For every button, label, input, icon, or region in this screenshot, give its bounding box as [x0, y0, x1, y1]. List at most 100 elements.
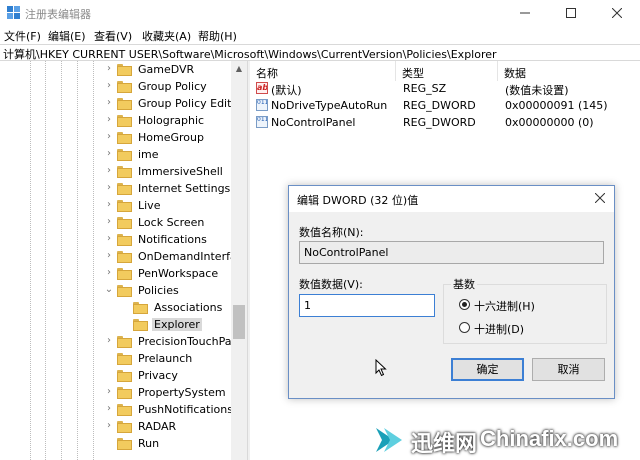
- collapsed-chevron-icon[interactable]: ›: [104, 199, 114, 210]
- base-groupbox: [443, 284, 607, 344]
- collapsed-chevron-icon[interactable]: ›: [104, 233, 114, 244]
- collapsed-chevron-icon[interactable]: ›: [104, 165, 114, 176]
- collapsed-chevron-icon[interactable]: ›: [104, 335, 114, 346]
- value-name: NoControlPanel: [271, 116, 356, 129]
- folder-icon: [117, 98, 132, 110]
- close-icon: [594, 192, 606, 204]
- expanded-chevron-icon[interactable]: ⌄: [104, 284, 114, 295]
- string-value-icon: ab: [256, 82, 268, 94]
- tree-item-label: Live: [138, 199, 161, 212]
- collapsed-chevron-icon[interactable]: ›: [104, 386, 114, 397]
- minimize-button[interactable]: [502, 0, 548, 26]
- scrollbar-thumb[interactable]: [233, 305, 245, 339]
- dialog-title-bar: 编辑 DWORD (32 位)值: [289, 186, 614, 212]
- maximize-button[interactable]: [548, 0, 594, 26]
- dialog-close-button[interactable]: [590, 189, 610, 209]
- title-bar: 注册表编辑器: [0, 0, 640, 26]
- tree-guide-line: [77, 61, 78, 460]
- collapsed-chevron-icon[interactable]: ›: [104, 148, 114, 159]
- collapsed-chevron-icon[interactable]: ›: [104, 114, 114, 125]
- address-bar[interactable]: 计算机\HKEY CURRENT USER\Software\Microsoft…: [0, 44, 640, 61]
- minimize-icon: [520, 12, 530, 14]
- value-row[interactable]: 011 110NoControlPanel REG_DWORD 0x00000000…: [250, 115, 640, 132]
- tree-item-label: PrecisionTouchPad: [138, 335, 239, 348]
- radio-unselected-icon: [459, 322, 470, 333]
- column-header-data[interactable]: 数据: [498, 61, 640, 81]
- folder-icon: [117, 438, 132, 450]
- folder-icon: [117, 370, 132, 382]
- chinafix-logo-icon: [376, 428, 402, 452]
- collapsed-chevron-icon[interactable]: ›: [104, 250, 114, 261]
- folder-icon: [117, 200, 132, 212]
- tree-item-label: RADAR: [138, 420, 177, 433]
- tree-item-label: Group Policy: [138, 80, 207, 93]
- value-name: (默认): [271, 84, 302, 97]
- tree-item-label: Prelaunch: [138, 352, 193, 365]
- collapsed-chevron-icon[interactable]: ›: [104, 80, 114, 91]
- menu-help[interactable]: 帮助(H): [198, 28, 237, 44]
- folder-icon: [117, 285, 132, 297]
- collapsed-chevron-icon[interactable]: ›: [104, 182, 114, 193]
- tree-item-label: Policies: [138, 284, 179, 297]
- dec-radio-label: 十进制(D): [474, 323, 525, 336]
- collapsed-chevron-icon[interactable]: ›: [104, 97, 114, 108]
- tree-item-label: ime: [138, 148, 159, 161]
- menu-file[interactable]: 文件(F): [4, 28, 41, 44]
- value-data-input[interactable]: [299, 294, 435, 317]
- maximize-icon: [566, 8, 576, 18]
- value-data: 0x00000091 (145): [505, 99, 608, 112]
- column-header-name[interactable]: 名称: [250, 61, 396, 81]
- dialog-title: 编辑 DWORD (32 位)值: [297, 194, 419, 207]
- value-data-label: 数值数据(V):: [299, 278, 363, 291]
- close-button[interactable]: [594, 0, 640, 26]
- value-name-label: 数值名称(N):: [299, 226, 364, 239]
- tree-item-label: GameDVR: [138, 63, 195, 76]
- tree-item-label: Run: [138, 437, 160, 450]
- menu-bar: 文件(F) 编辑(E) 查看(V) 收藏夹(A) 帮助(H): [0, 26, 640, 44]
- collapsed-chevron-icon[interactable]: ›: [104, 216, 114, 227]
- collapsed-chevron-icon[interactable]: ›: [104, 131, 114, 142]
- folder-icon: [117, 183, 132, 195]
- column-header-type[interactable]: 类型: [396, 61, 498, 81]
- base-group-title: 基数: [451, 276, 477, 292]
- value-data: 0x00000000 (0): [505, 116, 594, 129]
- folder-icon: [117, 234, 132, 246]
- key-tree: › GameDVR › Group Policy › Group Policy Edito…: [0, 61, 247, 460]
- collapsed-chevron-icon[interactable]: ›: [104, 420, 114, 431]
- folder-icon: [117, 387, 132, 399]
- folder-icon: [117, 64, 132, 76]
- tree-item-label: Holographic: [138, 114, 205, 127]
- collapsed-chevron-icon[interactable]: ›: [104, 403, 114, 414]
- tree-scrollbar[interactable]: ▲: [231, 61, 247, 460]
- collapsed-chevron-icon[interactable]: ›: [104, 63, 114, 74]
- tree-item-label: ImmersiveShell: [138, 165, 223, 178]
- watermark-text-en: Chinafix.com: [480, 426, 619, 451]
- value-name-field[interactable]: NoControlPanel: [299, 241, 604, 264]
- tree-item-label: OnDemandInterfac: [138, 250, 243, 263]
- tree-item-label: Group Policy Editor: [138, 97, 243, 110]
- tree-item-label: Privacy: [138, 369, 178, 382]
- value-row[interactable]: ab (默认) REG_SZ (数值未设置): [250, 81, 640, 98]
- value-type: REG_SZ: [403, 82, 447, 95]
- menu-edit[interactable]: 编辑(E): [48, 28, 86, 44]
- folder-icon: [133, 319, 148, 331]
- tree-item-label: Lock Screen: [138, 216, 205, 229]
- tree-item-label: Associations: [154, 301, 223, 314]
- value-row[interactable]: 011 110NoDriveTypeAutoRun REG_DWORD 0x0000…: [250, 98, 640, 115]
- folder-icon: [117, 353, 132, 365]
- folder-icon: [117, 149, 132, 161]
- cancel-button[interactable]: 取消: [532, 358, 605, 381]
- menu-view[interactable]: 查看(V): [94, 28, 132, 44]
- folder-icon: [117, 166, 132, 178]
- tree-guide-line: [45, 61, 46, 460]
- binary-value-icon: 011 110: [256, 116, 268, 128]
- tree-item-label: Internet Settings: [138, 182, 231, 195]
- collapsed-chevron-icon[interactable]: ›: [104, 267, 114, 278]
- tree-guide-line: [93, 61, 94, 460]
- hex-radio-label: 十六进制(H): [474, 300, 535, 313]
- scroll-up-arrow-icon[interactable]: ▲: [231, 61, 247, 77]
- ok-button[interactable]: 确定: [451, 358, 524, 381]
- folder-icon: [117, 268, 132, 280]
- menu-favorites[interactable]: 收藏夹(A): [142, 28, 191, 44]
- radio-selected-icon: [459, 299, 470, 310]
